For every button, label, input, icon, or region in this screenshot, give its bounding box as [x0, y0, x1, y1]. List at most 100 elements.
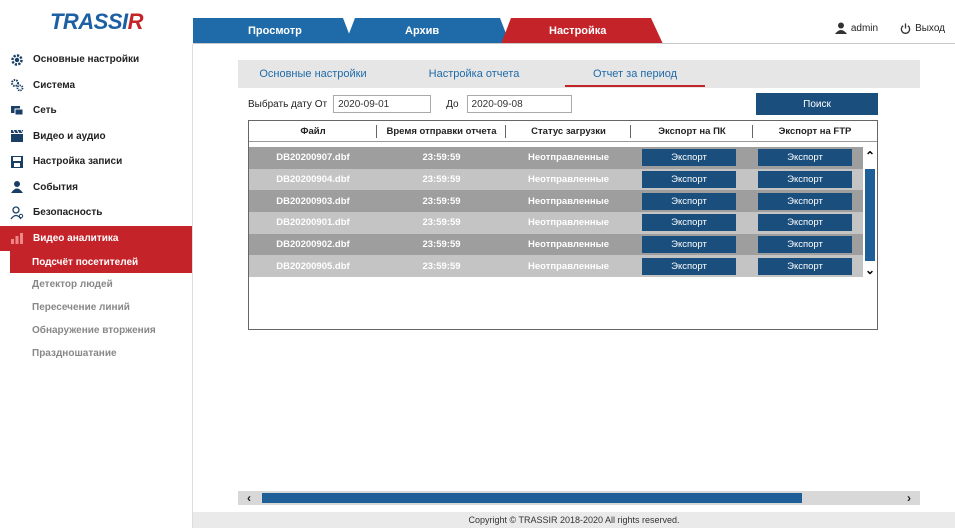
date-from-label: Выбрать дату От	[248, 98, 328, 110]
top-bar: TRASSIR Просмотр Архив Настройка admin В…	[0, 0, 955, 44]
sidebar-item-recording[interactable]: Настройка записи	[0, 149, 192, 175]
sidebar-item-network[interactable]: Сеть	[0, 98, 192, 124]
cell-wrap: Экспорт	[631, 169, 747, 191]
vertical-scroll-thumb[interactable]	[865, 169, 875, 261]
export-pc-button[interactable]: Экспорт	[642, 236, 736, 254]
cell-wrap: DB20200905.dbf	[249, 255, 377, 277]
cell-wrap: Экспорт	[747, 190, 863, 212]
export-ftp-button[interactable]: Экспорт	[758, 192, 852, 210]
sidebar-item-video-analytics[interactable]: Видео аналитика	[0, 225, 192, 251]
subtab-basic-settings[interactable]: Основные настройки	[238, 60, 388, 88]
sidebar-item-video-audio[interactable]: Видео и аудио	[0, 124, 192, 150]
cell-file: DB20200901.dbf	[276, 217, 350, 229]
cell-status: Неотправленные	[528, 260, 609, 272]
sidebar-sub-people-detector[interactable]: Детектор людей	[0, 273, 192, 296]
cell-file: DB20200904.dbf	[276, 174, 350, 186]
export-ftp-button[interactable]: Экспорт	[758, 214, 852, 232]
user-menu[interactable]: admin	[834, 22, 879, 34]
cell-wrap: Экспорт	[747, 147, 863, 169]
cell-send-time: 23:59:59	[422, 217, 461, 229]
sidebar-sub-line-crossing[interactable]: Пересечение линий	[0, 296, 192, 319]
network-icon	[10, 104, 24, 118]
cell-wrap: Неотправленные	[506, 169, 631, 191]
table-row: DB20200903.dbf 23:59:59 Неотправленные Эксп…	[249, 190, 863, 213]
sidebar-item-security[interactable]: Безопасность	[0, 200, 192, 226]
scroll-left-icon[interactable]: ‹	[242, 491, 256, 505]
cell-send-time: 23:59:59	[422, 174, 461, 186]
cell-wrap: Неотправленные	[506, 234, 631, 256]
col-status: Статус загрузки	[506, 121, 631, 141]
cell-wrap: Экспорт	[747, 234, 863, 256]
save-icon	[10, 155, 24, 169]
table-row: DB20200905.dbf 23:59:59 Неотправленные Эксп…	[249, 255, 863, 278]
user-box: admin Выход	[834, 22, 945, 34]
cell-wrap: Экспорт	[631, 190, 747, 212]
sub-tabs: Основные настройки Настройка отчета Отче…	[238, 60, 920, 88]
date-to-label: До	[446, 98, 459, 110]
cell-wrap: 23:59:59	[377, 234, 506, 256]
scroll-right-icon[interactable]: ›	[902, 491, 916, 505]
sidebar-sub-intrusion[interactable]: Обнаружение вторжения	[0, 319, 192, 342]
horizontal-scrollbar[interactable]: ‹ ›	[238, 491, 920, 505]
export-ftp-button[interactable]: Экспорт	[758, 236, 852, 254]
cell-status: Неотправленные	[528, 174, 609, 186]
clapper-icon	[10, 129, 24, 143]
logout-button[interactable]: Выход	[900, 23, 945, 34]
export-ftp-button[interactable]: Экспорт	[758, 257, 852, 275]
export-pc-button[interactable]: Экспорт	[642, 192, 736, 210]
table-body: DB20200907.dbf 23:59:59 Неотправленные Эксп…	[249, 147, 863, 278]
cell-wrap: 23:59:59	[377, 255, 506, 277]
cell-wrap: Экспорт	[631, 212, 747, 234]
sidebar-sub-visitor-count[interactable]: Подсчёт посетителей	[10, 251, 192, 273]
col-send-time: Время отправки отчета	[377, 121, 506, 141]
username: admin	[850, 22, 879, 34]
report-table: Файл Время отправки отчета Статус загруз…	[248, 120, 878, 330]
tab-settings[interactable]: Настройка	[501, 18, 663, 44]
subtab-report-settings[interactable]: Настройка отчета	[388, 60, 560, 88]
vertical-scrollbar[interactable]: ⌃ ⌄	[863, 147, 877, 329]
analytics-icon	[10, 231, 24, 245]
table-row: DB20200901.dbf 23:59:59 Неотправленные Эксп…	[249, 212, 863, 234]
gears-icon	[10, 78, 24, 92]
cell-wrap: Экспорт	[631, 234, 747, 256]
col-file: Файл	[249, 121, 377, 141]
cell-wrap: DB20200903.dbf	[249, 190, 377, 212]
cell-send-time: 23:59:59	[422, 239, 461, 251]
cell-wrap: Неотправленные	[506, 212, 631, 234]
cell-wrap: 23:59:59	[377, 169, 506, 191]
cell-status: Неотправленные	[528, 195, 609, 207]
footer: Copyright © TRASSIR 2018-2020 All rights…	[193, 512, 955, 528]
search-button[interactable]: Поиск	[756, 93, 878, 115]
sidebar-item-system[interactable]: Система	[0, 73, 192, 99]
table-row: DB20200904.dbf 23:59:59 Неотправленные Эксп…	[249, 168, 863, 191]
cell-wrap: DB20200902.dbf	[249, 234, 377, 256]
cell-wrap: DB20200901.dbf	[249, 212, 377, 234]
tab-view[interactable]: Просмотр	[193, 18, 353, 44]
subtab-period-report[interactable]: Отчет за период	[560, 60, 710, 88]
sidebar-item-events[interactable]: События	[0, 175, 192, 201]
export-ftp-button[interactable]: Экспорт	[758, 171, 852, 189]
cell-status: Неотправленные	[528, 217, 609, 229]
col-export-ftp: Экспорт на FTP	[778, 125, 852, 137]
sidebar-item-basic-settings[interactable]: Основные настройки	[0, 47, 192, 73]
cell-send-time: 23:59:59	[422, 195, 461, 207]
sidebar: Основные настройки Система Сеть Видео и …	[0, 44, 193, 528]
export-pc-button[interactable]: Экспорт	[642, 149, 736, 167]
scroll-up-icon[interactable]: ⌃	[863, 149, 877, 163]
sidebar-sub-loitering[interactable]: Праздношатание	[0, 342, 192, 365]
export-pc-button[interactable]: Экспорт	[642, 257, 736, 275]
scroll-down-icon[interactable]: ⌄	[863, 263, 877, 277]
cell-wrap: Экспорт	[747, 255, 863, 277]
app-root: TRASSIR Просмотр Архив Настройка admin В…	[0, 0, 955, 528]
export-pc-button[interactable]: Экспорт	[642, 214, 736, 232]
date-from-input[interactable]: 2020-09-01	[333, 95, 432, 113]
horizontal-scroll-thumb[interactable]	[262, 493, 802, 503]
logout-label: Выход	[915, 22, 945, 34]
export-ftp-button[interactable]: Экспорт	[758, 149, 852, 167]
date-to-input[interactable]: 2020-09-08	[466, 95, 572, 113]
tab-archive[interactable]: Архив	[345, 18, 510, 44]
user-event-icon	[10, 180, 24, 194]
export-pc-button[interactable]: Экспорт	[642, 171, 736, 189]
col-export-pc: Экспорт на ПК	[631, 121, 753, 141]
cell-status: Неотправленные	[528, 239, 609, 251]
